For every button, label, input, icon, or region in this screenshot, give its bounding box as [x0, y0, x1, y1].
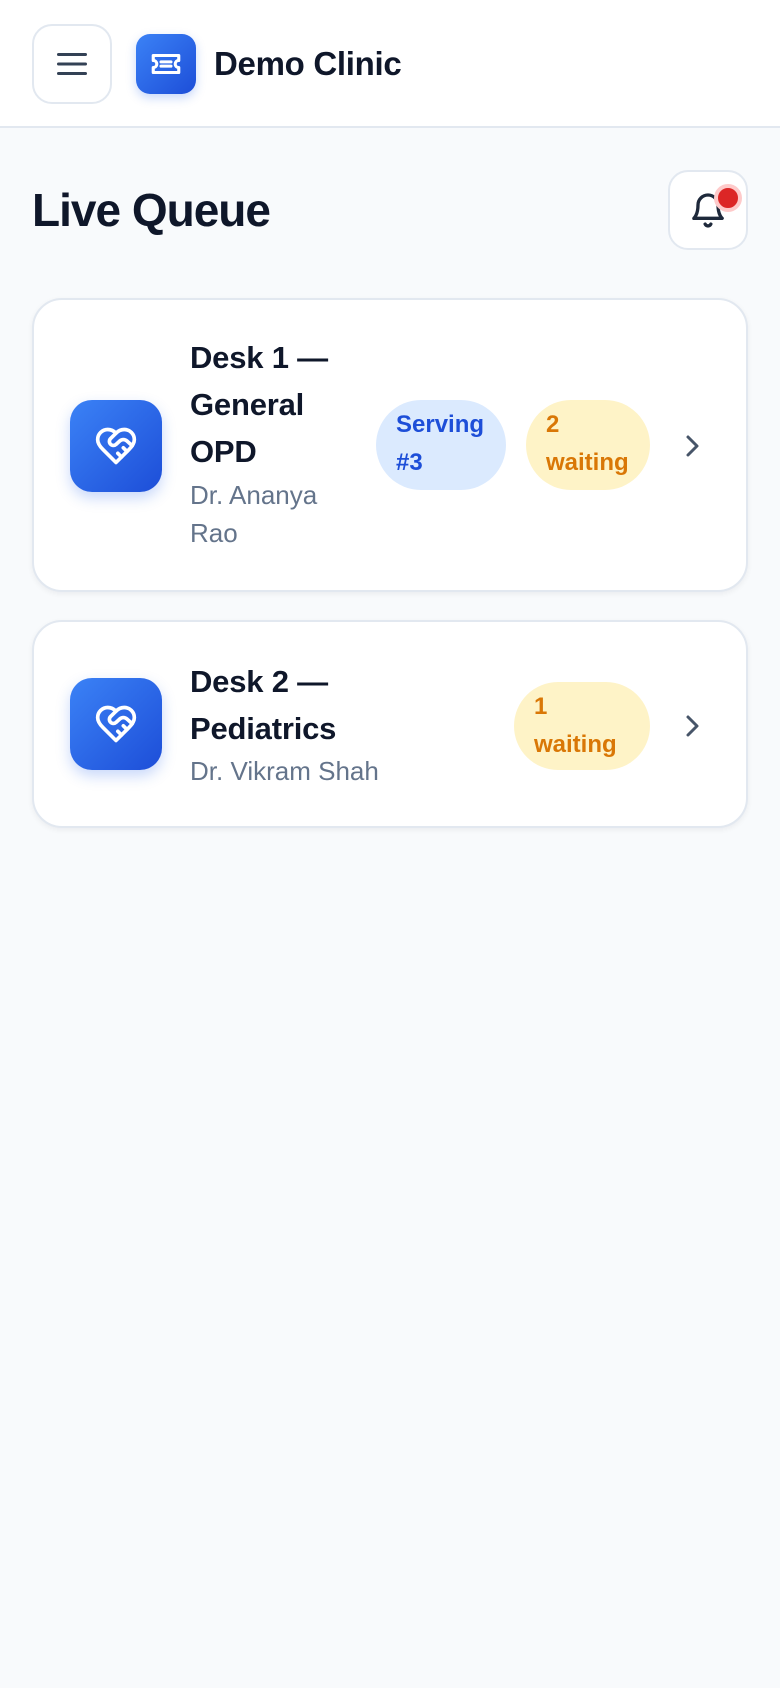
brand-logo[interactable] — [136, 34, 196, 94]
page-title: Live Queue — [32, 184, 271, 236]
desk-name: Desk 1 — General OPD — [190, 340, 328, 469]
menu-button[interactable] — [32, 24, 112, 104]
doctor-name: Dr. Ananya Rao — [190, 480, 318, 548]
desk-icon — [70, 678, 162, 770]
chevron-right-icon — [678, 712, 706, 740]
ticket-icon — [151, 53, 181, 75]
hamburger-menu-icon — [57, 53, 87, 75]
desk-card-2[interactable]: Desk 2 — Pediatrics Dr. Vikram Shah 1 wa… — [32, 620, 748, 828]
chevron-right-icon — [678, 432, 706, 460]
waiting-badge: 2 waiting — [526, 400, 650, 490]
desk-card-1[interactable]: Desk 1 — General OPD Dr. Ananya Rao Serv… — [32, 298, 748, 592]
serving-badge: Serving #3 — [376, 400, 506, 490]
waiting-badge: 1 waiting — [514, 682, 650, 770]
desk-icon — [70, 400, 162, 492]
heart-handshake-icon — [95, 705, 137, 743]
doctor-name: Dr. Vikram Shah — [190, 756, 379, 786]
desk-name: Desk 2 — Pediatrics — [190, 664, 337, 746]
heart-handshake-icon — [95, 427, 137, 465]
notification-dot — [714, 184, 742, 212]
app-header: Demo Clinic — [0, 0, 780, 128]
brand-name: Demo Clinic — [214, 45, 402, 82]
notifications-button[interactable] — [668, 170, 748, 250]
